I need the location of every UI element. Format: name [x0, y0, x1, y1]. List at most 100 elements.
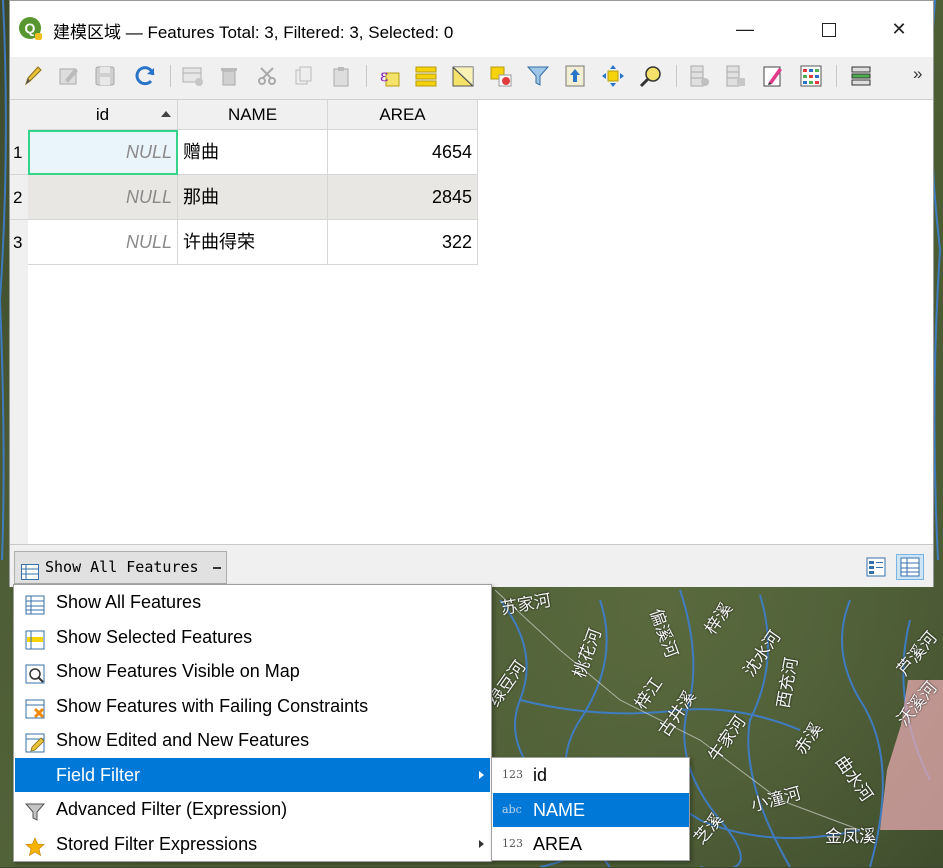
menu-item-label: Show Edited and New Features [56, 730, 310, 750]
edited-features-icon [25, 730, 47, 753]
integer-type-icon: 123 [502, 837, 523, 850]
paste-icon[interactable] [328, 63, 354, 89]
window-title: 建模区域 — Features Total: 3, Filtered: 3, S… [53, 23, 454, 42]
field-option-id[interactable]: 123 id [493, 758, 689, 792]
deselect-all-icon[interactable] [488, 63, 514, 89]
filter-mode-menu: Show All Features Show Selected Features… [13, 584, 492, 862]
delete-feature-icon[interactable] [216, 63, 242, 89]
cell-name[interactable]: 许曲得荣 [178, 220, 328, 265]
cut-icon[interactable] [254, 63, 280, 89]
dock-table-icon[interactable] [848, 63, 874, 89]
open-field-calculator-icon[interactable] [760, 63, 786, 89]
submenu-arrow-icon [479, 771, 484, 779]
toggle-multi-edit-icon[interactable] [56, 63, 82, 89]
dropdown-icon [213, 567, 221, 569]
select-all-icon[interactable] [413, 63, 439, 89]
title-bar[interactable]: Q 建模区域 — Features Total: 3, Filtered: 3,… [10, 1, 933, 57]
copy-icon[interactable] [290, 63, 316, 89]
string-type-icon: abc [502, 803, 522, 816]
maximize-button[interactable] [806, 11, 852, 47]
menu-item-show-edited[interactable]: Show Edited and New Features [15, 723, 490, 757]
field-option-label: NAME [533, 800, 586, 820]
filter-selection-icon[interactable] [525, 63, 551, 89]
star-icon [25, 834, 47, 857]
attribute-toolbar: ε » [10, 57, 933, 95]
cell-name[interactable]: 赠曲 [178, 130, 328, 175]
menu-item-label: Show Features Visible on Map [56, 661, 300, 681]
row-header-gutter [10, 264, 28, 544]
column-header-name[interactable]: NAME [178, 100, 328, 130]
row-header[interactable]: 1 [10, 130, 28, 175]
filter-mode-label: Show All Features [45, 558, 199, 576]
field-option-area[interactable]: 123 AREA [493, 827, 689, 861]
attribute-table-window: Q 建模区域 — Features Total: 3, Filtered: 3,… [9, 0, 934, 587]
cell-id[interactable]: NULL [28, 175, 178, 220]
toolbar-separator [676, 65, 677, 87]
form-view-button[interactable] [862, 554, 890, 580]
field-option-label: id [533, 765, 548, 785]
move-selection-to-top-icon[interactable] [562, 63, 588, 89]
row-header[interactable]: 3 [10, 220, 28, 265]
filter-mode-button[interactable]: Show All Features [14, 551, 227, 584]
column-header-area[interactable]: AREA [328, 100, 478, 130]
menu-item-label: Show All Features [56, 592, 202, 612]
field-option-label: AREA [533, 834, 583, 854]
menu-item-label: Field Filter [56, 765, 141, 785]
conditional-formatting-icon[interactable] [798, 63, 824, 89]
row-header[interactable]: 2 [10, 175, 28, 220]
cell-id[interactable]: NULL [28, 220, 178, 265]
pan-to-selection-icon[interactable] [600, 63, 626, 89]
qgis-logo-icon: Q [19, 17, 42, 40]
sort-ascending-icon [161, 111, 171, 117]
save-edits-icon[interactable] [92, 63, 118, 89]
form-view-icon [866, 557, 886, 577]
delete-field-icon[interactable] [722, 63, 748, 89]
table-view-icon [900, 557, 920, 577]
map-label: 金凤溪 [825, 827, 876, 847]
toolbar-overflow-button[interactable]: » [913, 64, 922, 84]
reload-icon[interactable] [132, 63, 158, 89]
toggle-edit-icon[interactable] [20, 63, 46, 89]
selected-rows-icon [25, 627, 47, 650]
maximize-icon [822, 23, 836, 38]
table-corner[interactable] [10, 100, 28, 130]
cell-area[interactable]: 4654 [328, 130, 478, 175]
svg-text:ε: ε [380, 66, 388, 85]
toolbar-separator [836, 65, 837, 87]
menu-item-show-all[interactable]: Show All Features [15, 585, 490, 619]
add-feature-icon[interactable] [180, 63, 206, 89]
cell-id[interactable]: NULL [28, 130, 178, 175]
menu-item-show-visible-on-map[interactable]: Show Features Visible on Map [15, 654, 490, 688]
invert-selection-icon[interactable] [450, 63, 476, 89]
integer-type-icon: 123 [502, 768, 523, 781]
cell-area[interactable]: 2845 [328, 175, 478, 220]
menu-item-field-filter[interactable]: Field Filter [15, 758, 490, 792]
toolbar-separator [170, 65, 171, 87]
zoom-to-selection-icon[interactable] [638, 63, 664, 89]
cell-name[interactable]: 那曲 [178, 175, 328, 220]
menu-item-stored-filters[interactable]: Stored Filter Expressions [15, 827, 490, 861]
menu-item-label: Stored Filter Expressions [56, 834, 258, 854]
minimize-button[interactable]: — [722, 11, 768, 47]
column-header-label: id [95, 105, 110, 124]
menu-item-show-failing-constraints[interactable]: Show Features with Failing Constraints [15, 689, 490, 723]
field-option-name[interactable]: abc NAME [493, 793, 689, 827]
column-header-id[interactable]: id [28, 100, 178, 130]
toolbar-separator [366, 65, 367, 87]
table-view-button[interactable] [896, 554, 924, 580]
bottom-bar: Show All Features [10, 547, 933, 587]
menu-item-label: Show Selected Features [56, 627, 253, 647]
menu-item-show-selected[interactable]: Show Selected Features [15, 620, 490, 654]
cell-area[interactable]: 322 [328, 220, 478, 265]
submenu-arrow-icon [479, 840, 484, 848]
attribute-table[interactable]: id NAME AREA 1 NULL 赠曲 4654 2 NULL 那曲 28… [10, 99, 933, 545]
menu-item-label: Advanced Filter (Expression) [56, 799, 288, 819]
failing-constraints-icon [25, 696, 47, 719]
select-by-expression-icon[interactable]: ε [376, 63, 402, 89]
map-visible-icon [25, 661, 47, 684]
new-field-icon[interactable] [686, 63, 712, 89]
menu-item-advanced-filter[interactable]: Advanced Filter (Expression) [15, 792, 490, 826]
table-icon [25, 592, 47, 615]
funnel-icon [24, 799, 47, 821]
close-button[interactable]: ✕ [876, 11, 922, 47]
